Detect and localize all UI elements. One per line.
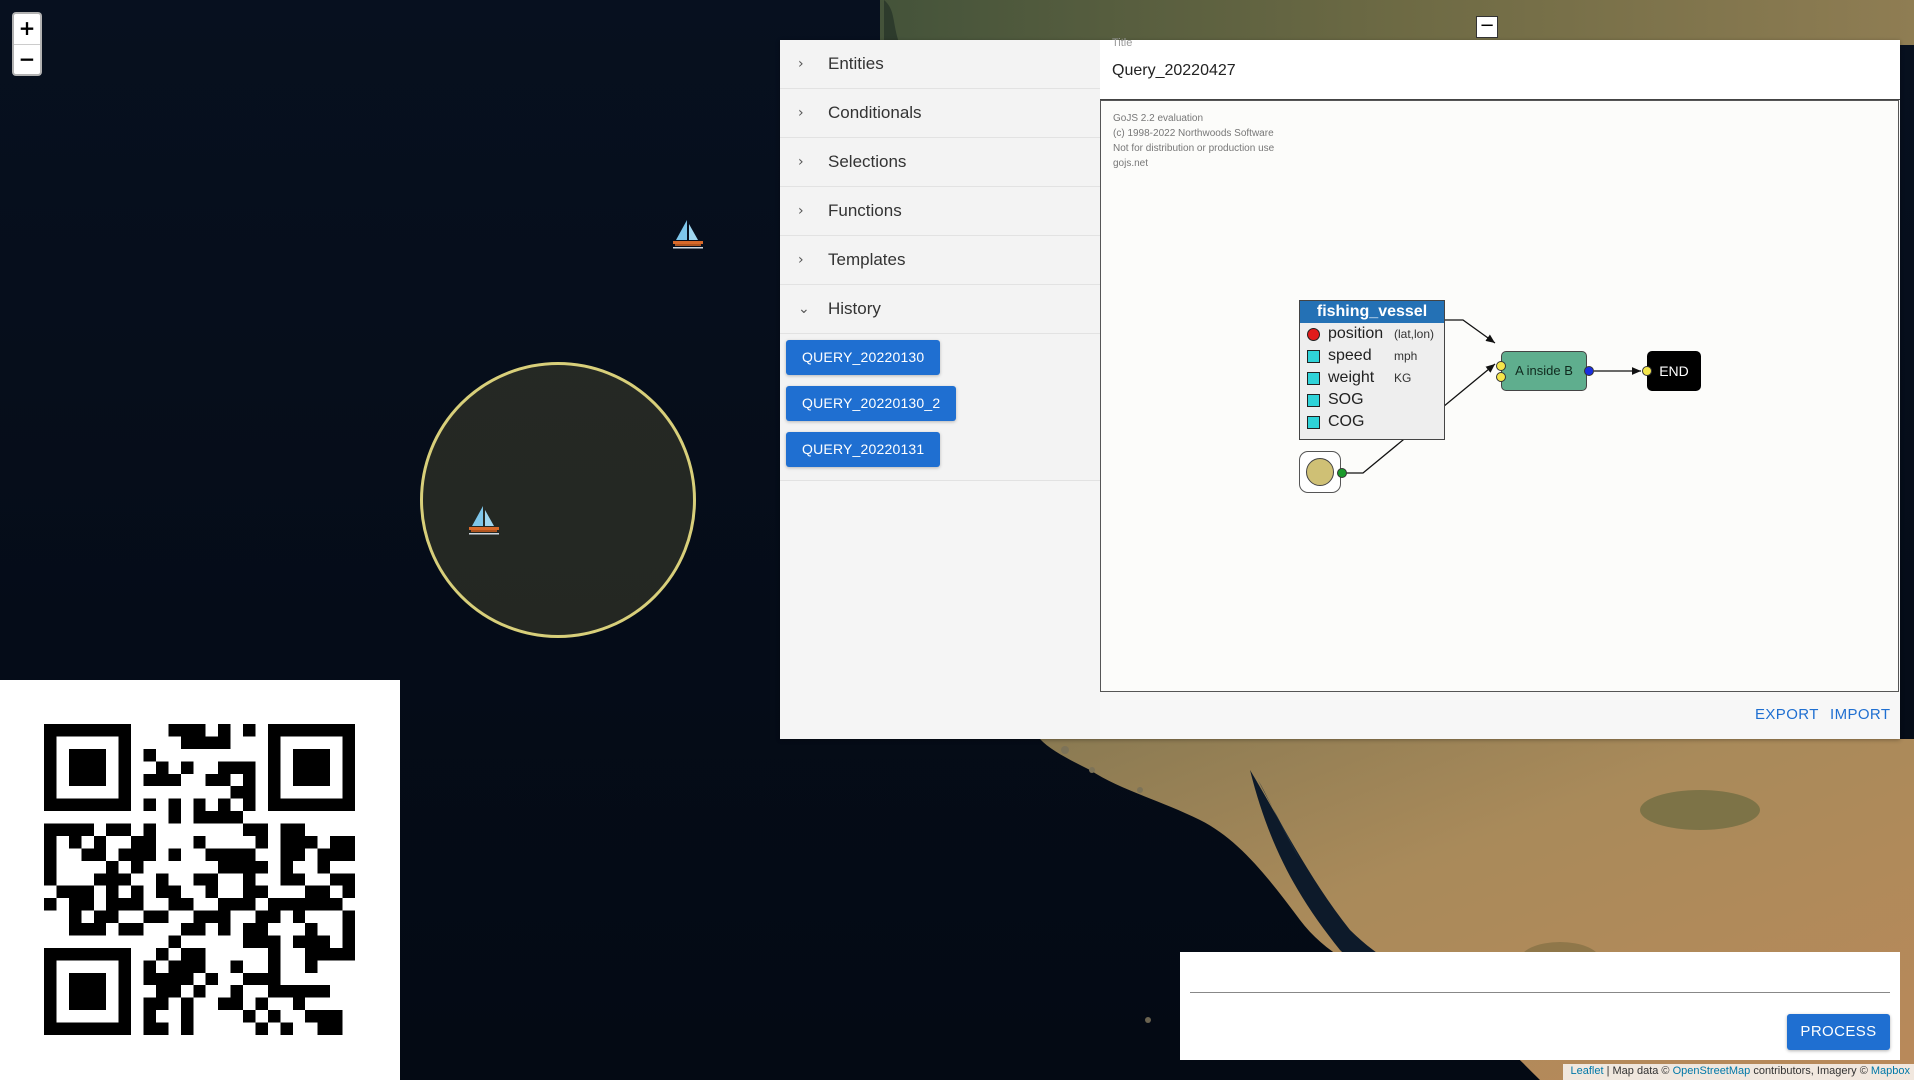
accordion-label: Templates — [828, 250, 906, 269]
zoom-in-button[interactable]: + — [14, 14, 40, 44]
accordion-entities[interactable]: › Entities — [780, 40, 1100, 89]
mapbox-link[interactable]: Mapbox — [1871, 1065, 1910, 1077]
accordion-selections[interactable]: › Selections — [780, 138, 1100, 187]
title-input[interactable]: Query_20220427 — [1112, 62, 1236, 80]
accordion-label: Selections — [828, 152, 907, 171]
geofence-circle[interactable] — [420, 362, 696, 638]
osm-link[interactable]: OpenStreetMap — [1673, 1065, 1751, 1077]
vessel-marker-icon[interactable] — [466, 504, 502, 536]
query-editor-panel: › Entities › Conditionals › Selections ›… — [780, 37, 1900, 739]
title-field[interactable]: Title Query_20220427 — [1100, 37, 1900, 100]
history-query-button[interactable]: QUERY_20220131 — [786, 432, 941, 467]
input-port-icon[interactable] — [1496, 361, 1506, 371]
collapse-panel-button[interactable]: − — [1476, 16, 1498, 38]
output-port-icon[interactable] — [1337, 468, 1347, 478]
process-button[interactable]: PROCESS — [1787, 1014, 1890, 1050]
chevron-right-icon: › — [798, 56, 804, 72]
accordion-label: Conditionals — [828, 103, 922, 122]
output-port-icon[interactable] — [1584, 366, 1594, 376]
chevron-right-icon: › — [798, 105, 804, 121]
palette-sidebar: › Entities › Conditionals › Selections ›… — [780, 40, 1100, 739]
accordion-label: Entities — [828, 54, 884, 73]
title-label: Title — [1112, 37, 1133, 49]
accordion-label: History — [828, 299, 881, 318]
export-button[interactable]: EXPORT — [1755, 706, 1819, 723]
chevron-right-icon: › — [798, 203, 804, 219]
accordion-conditionals[interactable]: › Conditionals — [780, 89, 1100, 138]
zoom-out-button[interactable]: − — [14, 44, 40, 74]
query-text-input[interactable] — [1190, 962, 1890, 990]
zoom-control: + − — [12, 12, 42, 76]
accordion-templates[interactable]: › Templates — [780, 236, 1100, 285]
chevron-right-icon: › — [798, 252, 804, 268]
accordion-functions[interactable]: › Functions — [780, 187, 1100, 236]
process-panel: PROCESS — [1180, 952, 1900, 1060]
chevron-down-icon: ⌄ — [798, 301, 810, 317]
chevron-right-icon: › — [798, 154, 804, 170]
accordion-label: Functions — [828, 201, 902, 220]
input-port-icon[interactable] — [1642, 366, 1652, 376]
history-query-button[interactable]: QUERY_20220130_2 — [786, 386, 957, 421]
node-ports — [1337, 361, 1652, 478]
vessel-marker-icon[interactable] — [670, 218, 706, 250]
qr-code-image — [44, 724, 355, 1035]
map-attribution: Leaflet | Map data © OpenStreetMap contr… — [1562, 1064, 1914, 1080]
leaflet-link[interactable]: Leaflet — [1571, 1065, 1604, 1077]
history-query-button[interactable]: QUERY_20220130 — [786, 340, 941, 375]
accordion-history[interactable]: ⌄ History — [780, 285, 1100, 334]
qr-code-panel — [0, 680, 400, 1080]
history-list: QUERY_20220130 QUERY_20220130_2 QUERY_20… — [780, 334, 1100, 481]
import-button[interactable]: IMPORT — [1830, 706, 1890, 723]
input-port-icon[interactable] — [1496, 372, 1506, 382]
diagram-canvas[interactable]: GoJS 2.2 evaluation (c) 1998-2022 Northw… — [1100, 100, 1899, 692]
